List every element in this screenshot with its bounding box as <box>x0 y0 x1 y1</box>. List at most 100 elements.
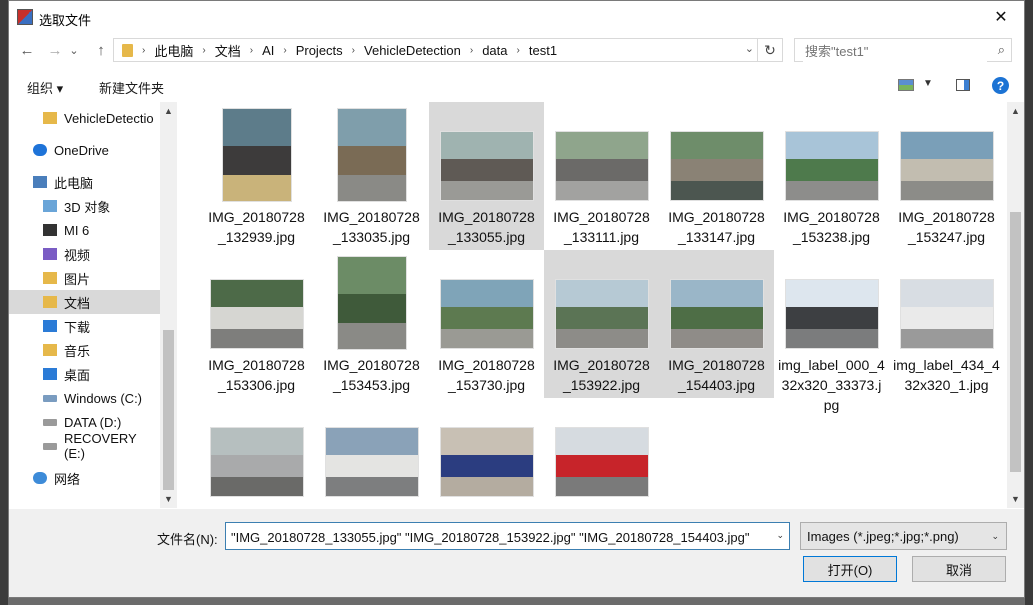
phone-icon <box>43 224 57 236</box>
music-icon <box>43 344 57 356</box>
file-item[interactable]: IMG_20180728 _133147.jpg <box>659 102 774 250</box>
preview-pane-icon[interactable] <box>956 79 970 91</box>
file-item[interactable]: IMG_20180728 _153238.jpg <box>774 102 889 250</box>
sidebar-item[interactable]: 下载 <box>9 314 160 338</box>
scrollbar-thumb[interactable] <box>163 330 174 490</box>
file-item[interactable]: IMG_20180728 _153453.jpg <box>314 250 429 398</box>
sidebar-item[interactable]: 音乐 <box>9 338 160 362</box>
sidebar-item[interactable]: OneDrive <box>9 138 160 162</box>
open-button[interactable]: 打开(O) <box>803 556 897 582</box>
sidebar-item-label: DATA (D:) <box>64 414 122 430</box>
view-dropdown-icon[interactable]: ▼ <box>923 78 933 89</box>
file-name: img_label_482_4 <box>199 503 314 508</box>
drive-windows-icon <box>43 394 57 402</box>
breadcrumb-item[interactable]: data <box>482 43 507 58</box>
file-item[interactable]: IMG_20180728 _133035.jpg <box>314 102 429 250</box>
breadcrumb-separator-icon[interactable]: › <box>517 45 520 56</box>
organize-menu[interactable]: 组织 ▾ <box>27 78 63 97</box>
breadcrumb-separator-icon[interactable]: › <box>352 45 355 56</box>
breadcrumb-item[interactable]: 文档 <box>215 41 241 60</box>
scroll-up-arrow-icon[interactable]: ▲ <box>1011 106 1020 116</box>
breadcrumb-separator-icon[interactable]: › <box>283 45 286 56</box>
scroll-down-arrow-icon[interactable]: ▼ <box>1011 494 1020 504</box>
image-thumbnail <box>555 132 648 200</box>
breadcrumb-item[interactable]: VehicleDetection <box>364 43 461 58</box>
scroll-down-arrow-icon[interactable]: ▼ <box>164 494 173 504</box>
breadcrumb-item[interactable]: test1 <box>529 43 557 58</box>
file-name: img_label_560_4 <box>429 503 544 508</box>
file-item[interactable]: IMG_20180728 _153730.jpg <box>429 250 544 398</box>
file-item[interactable]: img_label_525_4 <box>314 398 429 508</box>
file-item[interactable]: IMG_20180728 _154403.jpg <box>659 250 774 398</box>
help-icon[interactable]: ? <box>992 77 1009 94</box>
file-type-filter[interactable]: Images (*.jpeg;*.jpg;*.png) ⌄ <box>800 522 1007 550</box>
sidebar-item[interactable]: 文档 <box>9 290 160 314</box>
file-name: IMG_20180728 _153922.jpg <box>553 357 650 393</box>
file-item[interactable]: img_label_560_4 <box>429 398 544 508</box>
search-input[interactable] <box>803 40 987 62</box>
sidebar-item[interactable]: 网络 <box>9 466 160 490</box>
sidebar-item[interactable]: 视频 <box>9 242 160 266</box>
forward-button[interactable]: → <box>43 38 67 62</box>
file-item[interactable]: img_label_482_4 <box>199 398 314 508</box>
filename-input[interactable] <box>229 524 768 549</box>
refresh-button[interactable]: ↻ <box>757 39 782 61</box>
sidebar-item[interactable]: 图片 <box>9 266 160 290</box>
file-item[interactable]: img_label_585_4 <box>544 398 659 508</box>
file-item[interactable]: IMG_20180728 _133111.jpg <box>544 102 659 250</box>
file-item[interactable]: img_label_434_4 32x320_1.jpg <box>889 250 1004 398</box>
up-button[interactable]: ↑ <box>89 38 113 62</box>
image-thumbnail <box>555 428 648 496</box>
back-button[interactable]: ← <box>15 38 39 62</box>
breadcrumb: › 此电脑 › 文档 › AI › Projects › VehicleDetection › dat… <box>133 41 557 60</box>
sidebar-item[interactable]: 3D 对象 <box>9 194 160 218</box>
breadcrumb-item[interactable]: AI <box>262 43 274 58</box>
address-bar[interactable]: › 此电脑 › 文档 › AI › Projects › VehicleDetection › dat… <box>113 38 783 62</box>
cancel-button[interactable]: 取消 <box>912 556 1006 582</box>
file-item[interactable]: img_label_000_4 32x320_33373.j pg <box>774 250 889 413</box>
new-folder-button[interactable]: 新建文件夹 <box>99 78 164 97</box>
image-thumbnail <box>337 257 406 349</box>
breadcrumb-separator-icon[interactable]: › <box>250 45 253 56</box>
drive-icon <box>43 442 57 450</box>
filename-dropdown-icon[interactable]: ⌄ <box>776 530 784 541</box>
sidebar-item[interactable]: 桌面 <box>9 362 160 386</box>
image-thumbnail <box>670 280 763 348</box>
filename-combobox[interactable]: ⌄ <box>225 522 790 550</box>
address-dropdown-icon[interactable]: ⌄ <box>745 42 754 55</box>
breadcrumb-separator-icon[interactable]: › <box>202 45 205 56</box>
file-name: img_label_585_4 <box>544 503 659 508</box>
scroll-up-arrow-icon[interactable]: ▲ <box>164 106 173 116</box>
drive-icon <box>43 418 57 426</box>
file-item[interactable]: IMG_20180728 _133055.jpg <box>429 102 544 250</box>
file-item[interactable]: IMG_20180728 _153306.jpg <box>199 250 314 398</box>
navigation-pane-scrollbar[interactable]: ▲ ▼ <box>160 102 177 508</box>
sidebar-item-label: 下载 <box>64 319 91 335</box>
sidebar-item[interactable]: VehicleDetectio <box>9 106 160 130</box>
image-thumbnail <box>670 132 763 200</box>
recent-locations-button[interactable]: ⌄ <box>67 38 81 62</box>
view-options-icon[interactable] <box>898 79 914 91</box>
filename-label: 文件名(N): <box>157 532 218 547</box>
sidebar-item[interactable]: 此电脑 <box>9 170 160 194</box>
file-type-value: Images (*.jpeg;*.jpg;*.png) <box>807 529 959 544</box>
sidebar-item[interactable]: Windows (C:) <box>9 386 160 410</box>
search-box[interactable]: ⌕ <box>794 38 1012 62</box>
folder-icon <box>43 112 57 124</box>
search-icon[interactable]: ⌕ <box>998 42 1005 58</box>
file-item[interactable]: IMG_20180728 _132939.jpg <box>199 102 314 250</box>
close-button[interactable]: ✕ <box>978 1 1024 33</box>
file-item[interactable]: IMG_20180728 _153247.jpg <box>889 102 1004 250</box>
sidebar-item[interactable]: RECOVERY (E:) <box>9 431 160 461</box>
breadcrumb-item[interactable]: 此电脑 <box>154 41 193 60</box>
breadcrumb-item[interactable]: Projects <box>296 43 343 58</box>
file-name: IMG_20180728 _133035.jpg <box>323 209 420 245</box>
file-list-scrollbar[interactable]: ▲ ▼ <box>1007 102 1024 508</box>
scrollbar-thumb[interactable] <box>1010 212 1021 472</box>
sidebar-item[interactable]: MI 6 <box>9 218 160 242</box>
breadcrumb-separator-icon[interactable]: › <box>142 45 145 56</box>
breadcrumb-separator-icon[interactable]: › <box>470 45 473 56</box>
computer-icon <box>33 176 47 188</box>
filter-dropdown-icon[interactable]: ⌄ <box>991 531 999 542</box>
file-item[interactable]: IMG_20180728 _153922.jpg <box>544 250 659 398</box>
